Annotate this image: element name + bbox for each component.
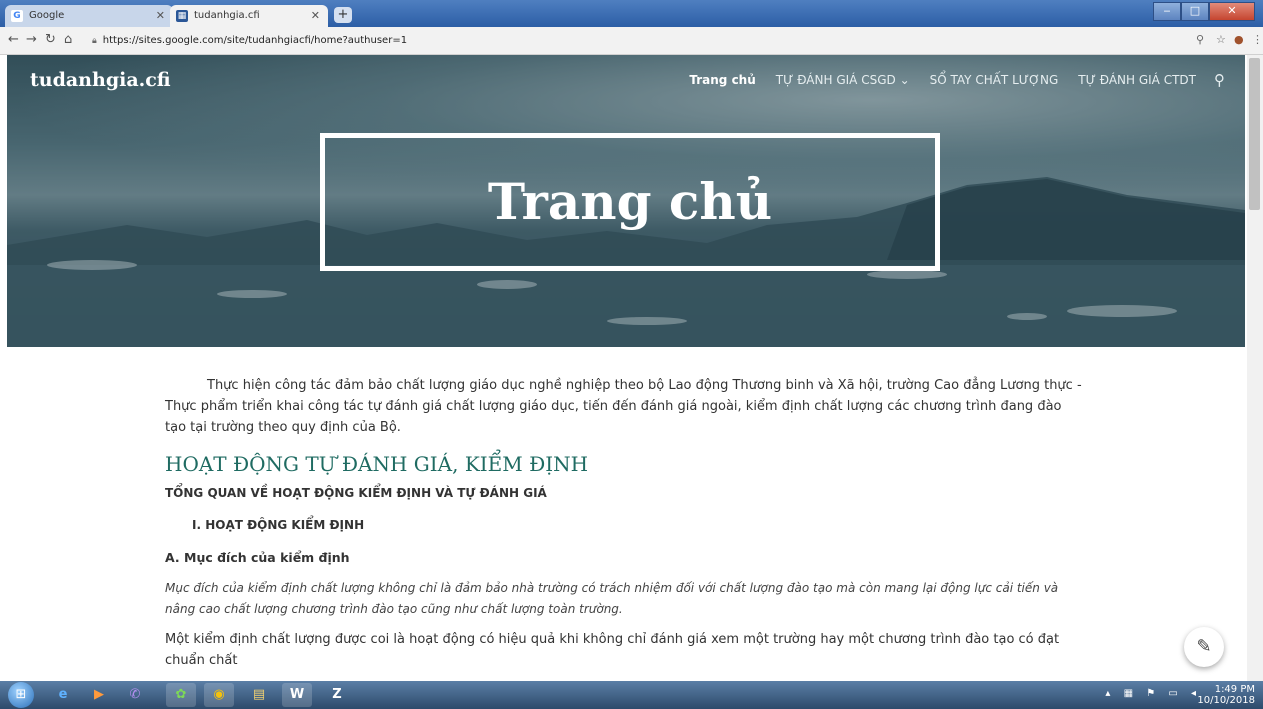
reload-icon[interactable]: ↻ [45,32,56,48]
nav-item-so-tay-chat-luong[interactable]: SỔ TAY CHẤT LƯỢNG [930,73,1059,89]
hero-banner: tudanhgia.cfi Trang chủ TỰ ĐÁNH GIÁ CSGD… [7,55,1245,347]
close-window-button[interactable]: ✕ [1209,2,1255,21]
internet-explorer-icon[interactable]: e [48,683,78,707]
tab-label: tudanhgia.cfi [194,10,260,21]
purpose-paragraph: Mục đích của kiểm định chất lượng không … [165,581,1059,616]
maximize-button[interactable]: □ [1181,2,1209,21]
zoom-icon[interactable]: ⚲ [1196,33,1204,46]
new-tab-button[interactable]: + [334,7,352,23]
section-heading: HOẠT ĐỘNG TỰ ĐÁNH GIÁ, KIỂM ĐỊNH [165,452,589,476]
tab-tudanhgia[interactable]: ▦ tudanhgia.cfi ✕ [170,5,328,27]
system-tray-icons[interactable]: ▴ ▦ ⚑ ▭ ◂ [1105,688,1201,699]
windows-taskbar: ⊞ e ▶ ✆ ✿ ◉ ▤ W Z ▴ ▦ ⚑ ▭ ◂ 1:49 PM 10/1… [0,681,1263,709]
close-tab-icon[interactable]: ✕ [156,5,165,27]
minimize-button[interactable]: ‒ [1153,2,1181,21]
site-navigation: Trang chủ TỰ ĐÁNH GIÁ CSGD ⌄ SỔ TAY CHẤT… [669,71,1225,89]
url-text: https://sites.google.com/site/tudanhgiac… [102,35,408,46]
tab-label: Google [29,10,65,21]
start-button-icon[interactable]: ⊞ [8,682,34,708]
nav-item-trang-chu[interactable]: Trang chủ [689,73,755,89]
site-title[interactable]: tudanhgia.cfi [30,69,171,91]
clock-date: 10/10/2018 [1197,695,1255,706]
item-heading: I. HOẠT ĐỘNG KIỂM ĐỊNH [192,518,365,532]
scrollbar-thumb[interactable] [1249,58,1260,210]
chevron-down-icon: ⌄ [899,73,910,87]
nav-item-tu-danh-gia-ctdt[interactable]: TỰ ĐÁNH GIÁ CTDT [1078,73,1196,89]
forward-arrow-icon[interactable]: → [26,32,37,48]
bookmark-star-icon[interactable]: ☆ [1216,33,1226,46]
zalo-icon[interactable]: Z [322,683,352,707]
main-content: Thực hiện công tác đảm bảo chất lượng gi… [165,375,1085,671]
viber-icon[interactable]: ✆ [120,683,150,707]
back-arrow-icon[interactable]: ← [8,32,19,48]
browser-toolbar: ← → ↻ ⌂ 🔒︎ https://sites.google.com/site/… [0,27,1263,55]
window-controls: ‒ □ ✕ [1153,2,1255,21]
sub-heading: TỔNG QUAN VỀ HOẠT ĐỘNG KIỂM ĐỊNH VÀ TỰ Đ… [165,486,547,500]
hero-title-frame: Trang chủ [320,133,940,271]
address-bar[interactable]: 🔒︎ https://sites.google.com/site/tudanhgi… [92,31,1192,50]
close-tab-icon[interactable]: ✕ [311,5,320,27]
clock-time: 1:49 PM [1214,684,1255,695]
menu-dots-icon[interactable]: ⋮ [1252,33,1263,46]
sites-favicon-icon: ▦ [176,10,188,22]
profile-avatar-icon[interactable]: ● [1234,33,1244,46]
nav-item-label: TỰ ĐÁNH GIÁ CSGD [775,73,896,87]
paint-app-icon[interactable]: ✿ [166,683,196,707]
tab-google[interactable]: G Google ✕ [5,5,173,27]
purpose-heading: A. Mục đích của kiểm định [165,550,350,565]
home-icon[interactable]: ⌂ [64,32,72,48]
nav-item-tu-danh-gia-csgd[interactable]: TỰ ĐÁNH GIÁ CSGD ⌄ [776,73,910,89]
edit-pencil-button[interactable]: ✎ [1184,627,1224,667]
word-icon[interactable]: W [282,683,312,707]
lock-icon: 🔒︎ [92,36,97,46]
chrome-icon[interactable]: ◉ [204,683,234,707]
intro-paragraph: Thực hiện công tác đảm bảo chất lượng gi… [165,378,1082,435]
google-favicon-icon: G [11,10,23,22]
clock[interactable]: 1:49 PM 10/10/2018 [1197,684,1255,706]
search-icon[interactable]: ⚲ [1214,71,1225,89]
file-explorer-icon[interactable]: ▤ [244,683,274,707]
browser-tab-bar: G Google ✕ ▦ tudanhgia.cfi ✕ + ‒ □ ✕ [0,0,1263,27]
media-player-icon[interactable]: ▶ [84,683,114,707]
body-paragraph: Một kiểm định chất lượng được coi là hoạ… [165,632,1060,668]
page-title: Trang chủ [487,172,773,231]
